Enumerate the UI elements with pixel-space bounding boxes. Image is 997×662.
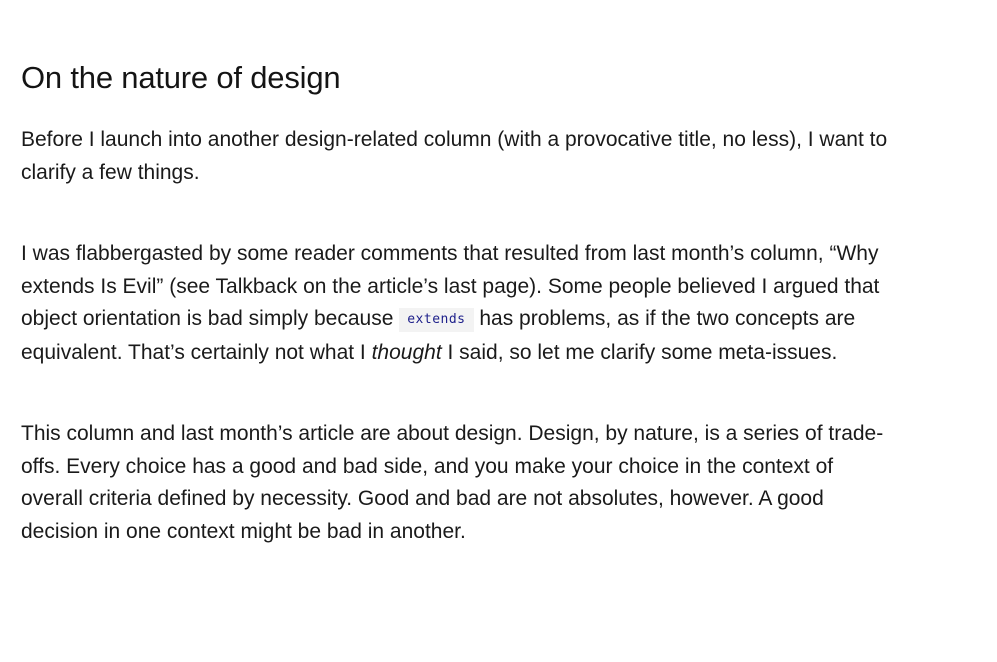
paragraph-reader-comments: I was flabbergasted by some reader comme… bbox=[21, 238, 891, 369]
article: On the nature of design Before I launch … bbox=[0, 0, 891, 548]
inline-code-extends: extends bbox=[399, 308, 474, 332]
paragraph-intro: Before I launch into another design-rela… bbox=[21, 128, 888, 184]
paragraph-text: I said, so let me clarify some meta-issu… bbox=[441, 340, 838, 364]
article-title: On the nature of design bbox=[21, 60, 341, 95]
emphasis-thought: thought bbox=[371, 340, 442, 364]
paragraph-design-tradeoffs: This column and last month’s article are… bbox=[21, 422, 884, 543]
